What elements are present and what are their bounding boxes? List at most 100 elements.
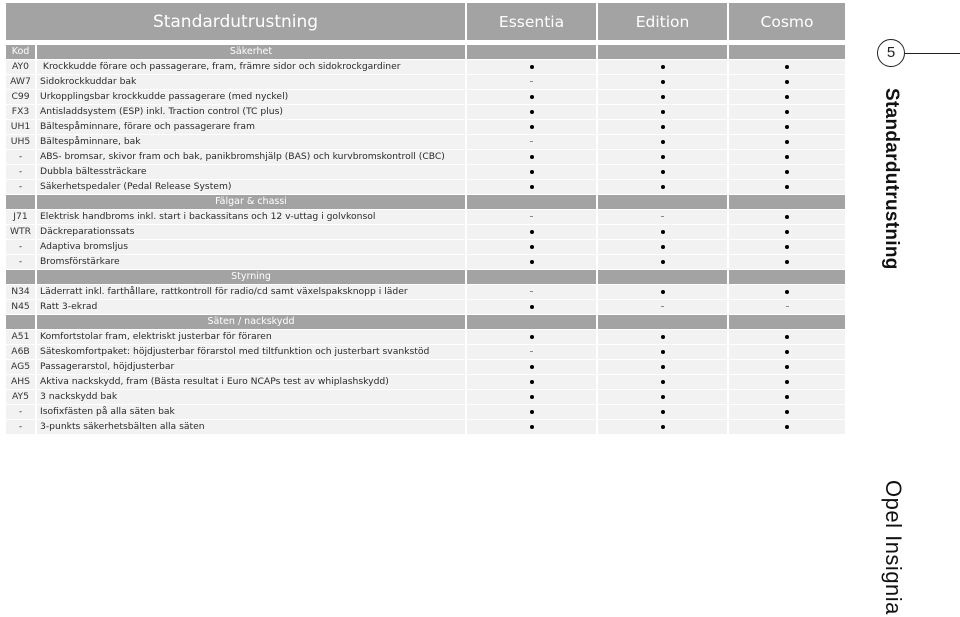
table-row: - Isofixfästen på alla säten bak [6,405,846,420]
standard-dot-icon [785,139,790,144]
table-row: FX3 Antisladdsystem (ESP) inkl. Traction … [6,105,846,120]
option-code: - [6,180,35,195]
availability-essentia [467,330,597,345]
availability-cosmo [729,375,846,390]
table-row: WTR Däckreparationssats [6,225,846,240]
table-row: A51 Komfortstolar fram, elektriskt juster… [6,330,846,345]
standard-dot-icon [785,214,790,219]
availability-essentia [467,105,597,120]
availability-edition [598,120,728,135]
feature-description: Bältespåminnare, förare och passagerare … [37,120,466,135]
feature-description: Ratt 3-ekrad [37,300,466,315]
section-spacer-essentia [467,270,597,285]
availability-cosmo [729,180,846,195]
availability-essentia [467,90,597,105]
feature-description: Aktiva nackskydd, fram (Bästa resultat i… [37,375,466,390]
brand-name-vertical: Opel Insignia [881,480,906,615]
standard-dot-icon [660,94,665,99]
standard-dot-icon [529,124,534,129]
feature-description: Antisladdsystem (ESP) inkl. Traction con… [37,105,466,120]
standard-dot-icon [660,109,665,114]
availability-essentia [467,180,597,195]
feature-description: Säteskomfortpaket: höjdjusterbar förarst… [37,345,466,360]
standard-dot-icon [529,154,534,159]
feature-description: Läderratt inkl. farthållare, rattkontrol… [37,285,466,300]
availability-cosmo [729,405,846,420]
not-available-dash-icon [661,306,665,307]
option-code: - [6,405,35,420]
section-spacer-cosmo [729,195,846,210]
option-code: C99 [6,90,35,105]
availability-essentia [467,225,597,240]
availability-cosmo [729,285,846,300]
option-code: J71 [6,210,35,225]
standard-dot-icon [529,364,534,369]
availability-cosmo [729,150,846,165]
standard-dot-icon [660,124,665,129]
not-available-dash-icon [661,216,665,217]
availability-cosmo [729,255,846,270]
table-row: UH1 Bältespåminnare, förare och passagera… [6,120,846,135]
standard-dot-icon [785,124,790,129]
standard-dot-icon [785,109,790,114]
availability-edition [598,90,728,105]
table-row: N34 Läderratt inkl. farthållare, rattkont… [6,285,846,300]
trim-header-edition: Edition [598,3,728,45]
standard-dot-icon [660,289,665,294]
page-marker-line [905,53,960,55]
standard-dot-icon [529,109,534,114]
availability-essentia [467,75,597,90]
availability-edition [598,330,728,345]
option-code: AHS [6,375,35,390]
feature-description: Elektrisk handbroms inkl. start i backas… [37,210,466,225]
availability-cosmo [729,120,846,135]
standard-dot-icon [660,169,665,174]
availability-essentia [467,405,597,420]
feature-description: Urkopplingsbar krockkudde passagerare (m… [37,90,466,105]
option-code: AW7 [6,75,35,90]
option-code: - [6,420,35,435]
table-row: - Adaptiva bromsljus [6,240,846,255]
standard-dot-icon [529,424,534,429]
table-row: -3-punkts säkerhetsbälten alla säten [6,420,846,435]
availability-cosmo [729,345,846,360]
availability-essentia [467,360,597,375]
standard-dot-icon [529,94,534,99]
option-code: N45 [6,300,35,315]
feature-description: Säkerhetspedaler (Pedal Release System) [37,180,466,195]
section-spacer-edition [598,315,728,330]
availability-essentia [467,255,597,270]
feature-description: Däckreparationssats [37,225,466,240]
standard-dot-icon [785,424,790,429]
section-spacer-cosmo [729,270,846,285]
availability-cosmo [729,240,846,255]
feature-description: Adaptiva bromsljus [37,240,466,255]
table-row: UH5 Bältespåminnare, bak [6,135,846,150]
option-code: UH1 [6,120,35,135]
standard-dot-icon [660,139,665,144]
standard-dot-icon [785,409,790,414]
availability-edition [598,345,728,360]
availability-edition [598,240,728,255]
table-row: AG5 Passagerarstol, höjdjusterbar [6,360,846,375]
table-row: AY5 3 nackskydd bak [6,390,846,405]
kod-column-header [6,270,35,285]
table-row: C99 Urkopplingsbar krockkudde passagerare… [6,90,846,105]
standard-dot-icon [660,244,665,249]
page-number-badge: 5 [877,39,905,67]
section-spacer-edition [598,45,728,60]
availability-edition [598,255,728,270]
standard-dot-icon [785,244,790,249]
standard-dot-icon [660,349,665,354]
option-code: WTR [6,225,35,240]
availability-cosmo [729,75,846,90]
availability-cosmo [729,420,846,435]
standard-dot-icon [529,229,534,234]
availability-edition [598,285,728,300]
availability-essentia [467,150,597,165]
option-code: A51 [6,330,35,345]
availability-cosmo [729,225,846,240]
standard-dot-icon [529,169,534,174]
standard-dot-icon [660,154,665,159]
availability-edition [598,210,728,225]
